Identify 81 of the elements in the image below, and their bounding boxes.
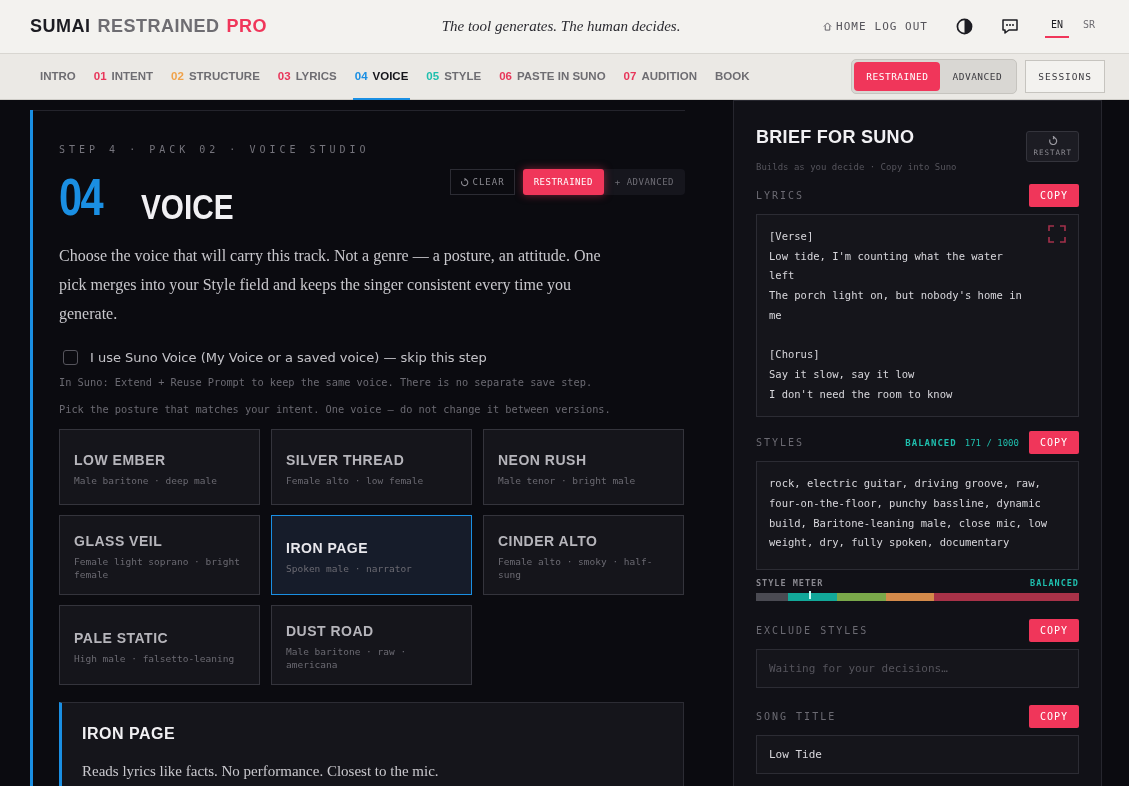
voice-description: High male · falsetto-leaning (74, 651, 236, 665)
checkbox-label: I use Suno Voice (My Voice or a saved voice) — skip this step (90, 350, 487, 365)
language-tab[interactable]: EN (1044, 15, 1069, 38)
voice-card[interactable]: IRON PAGE Spoken male · narrator (271, 515, 472, 595)
voice-card[interactable]: SILVER THREAD Female alto · low female (271, 429, 472, 505)
voice-name: PALE STATIC (74, 629, 170, 646)
nav-tab[interactable]: 03 LYRICS (275, 53, 339, 100)
nav-tab[interactable]: 06 PASTE IN SUNO (497, 53, 608, 100)
voice-name: LOW EMBER (74, 451, 167, 468)
nav-tab[interactable]: 04 VOICE (352, 53, 411, 100)
brand-word: RESTRAINED (97, 16, 220, 37)
mode-button[interactable]: RESTRAINED (854, 62, 941, 91)
voice-description: Female light soprano · bright female (74, 555, 241, 581)
nav-tab[interactable]: 05 STYLE (424, 53, 484, 100)
meter-label: STYLE METER (756, 578, 824, 589)
voice-card[interactable]: GLASS VEIL Female light soprano · bright female (59, 515, 260, 595)
panel-title: BRIEF FOR SUNO (756, 127, 915, 149)
sessions-button[interactable]: SESSIONS (1025, 60, 1105, 93)
lyrics-line: The porch light on, but nobody's home in me (769, 288, 1023, 323)
lyrics-line: [Verse] (769, 229, 815, 244)
nav-tab[interactable]: 02 STRUCTURE (169, 53, 262, 100)
detail-title: IRON PAGE (82, 725, 177, 743)
nav-link[interactable]: HOME (823, 20, 867, 33)
lyrics-line: [Chorus] (769, 347, 821, 363)
lyrics-field[interactable]: [Verse] Low tide, I'm counting what the water left The porch light on, but nobody's home in me [Chorus] Say it slow, say it low I don't need the room to know (756, 214, 1079, 418)
lyrics-line: Low tide, I'm counting what the water left (769, 248, 1004, 284)
hint-text: In Suno: Extend + Reuse Prompt to keep the same voice. There is no separate save step. (59, 376, 594, 388)
voice-description: Male tenor · bright male (498, 473, 637, 487)
voice-card[interactable]: LOW EMBER Male baritone · deep male (59, 429, 260, 505)
section-label: LYRICS (756, 190, 806, 201)
copy-button[interactable]: COPY (1028, 184, 1079, 207)
mode-button[interactable]: RESTRAINED (522, 169, 604, 195)
voice-name: SILVER THREAD (286, 451, 406, 468)
exclude-field[interactable]: Waiting for your decisions… (756, 649, 1079, 689)
lyrics-line: Say it slow, say it low (769, 366, 916, 382)
voice-name: IRON PAGE (286, 539, 370, 556)
character-count: 171 / 1000 (964, 437, 1019, 448)
nav-tab[interactable]: INTRO (38, 53, 78, 100)
voice-description: Male baritone · raw · americana (286, 645, 408, 671)
lyrics-line: I don't need the room to know (769, 386, 954, 402)
copy-button[interactable]: COPY (1028, 705, 1079, 729)
brand-word: SUMAI (30, 16, 91, 37)
hint-text: Pick the posture that matches your intent. One voice — do not change it between versions. (59, 403, 612, 415)
voice-description: Spoken male · narrator (286, 561, 413, 575)
step-title: VOICE (141, 187, 234, 227)
mode-button[interactable]: ADVANCED (940, 62, 1015, 91)
voice-card[interactable]: PALE STATIC High male · falsetto-leaning (59, 605, 260, 685)
voice-name: GLASS VEIL (74, 533, 164, 549)
voice-name: NEON RUSH (498, 451, 588, 468)
detail-text: Reads lyrics like facts. No performance. Closest to the mic. (82, 763, 440, 780)
intro-paragraph: Choose the voice that will carry this track. Not a genre — a posture, an attitude. One pick merges into your Style field and keeps the singer consistent every time you generate. (59, 246, 602, 325)
nav-tab[interactable]: 07 AUDITION (621, 53, 699, 100)
nav-link[interactable]: LOG OUT (874, 20, 928, 33)
nav-tab[interactable]: BOOK (713, 53, 752, 100)
tagline: The tool generates. The human decides. (440, 18, 682, 35)
voice-card[interactable]: CINDER ALTO Female alto · smoky · half-sung (483, 515, 684, 595)
voice-description: Female alto · smoky · half-sung (498, 555, 654, 581)
brand-word: PRO (226, 16, 268, 37)
clear-button[interactable]: CLEAR (449, 169, 515, 195)
styles-text: rock, electric guitar, driving groove, raw, four-on-the-floor, punchy bassline, dynamic build, Baritone-leaning male, close mic, low weight, dry, fully spoken, documentary (769, 476, 1049, 551)
section-label: EXCLUDE STYLES (756, 625, 870, 637)
mode-button[interactable]: + ADVANCED (603, 169, 685, 195)
step-eyebrow: STEP 4 · PACK 02 · VOICE STUDIO (59, 144, 371, 155)
copy-button[interactable]: COPY (1028, 431, 1079, 455)
voice-name: CINDER ALTO (498, 533, 599, 549)
meter-status: BALANCED (1030, 578, 1079, 589)
voice-card[interactable]: DUST ROAD Male baritone · raw · americana (271, 605, 472, 685)
step-number: 04 (59, 167, 104, 227)
language-tab[interactable]: SR (1076, 15, 1101, 38)
voice-description: Male baritone · deep male (74, 473, 218, 487)
section-label: STYLES (756, 437, 806, 449)
song-title-field[interactable]: Low Tide (756, 735, 1079, 775)
balance-status: BALANCED (905, 437, 957, 448)
voice-card[interactable]: NEON RUSH Male tenor · bright male (483, 429, 684, 505)
styles-field[interactable]: rock, electric guitar, driving groove, raw, four-on-the-floor, punchy bassline, dynamic build, Baritone-leaning male, close mic, low weight, dry, fully spoken, documentary (756, 461, 1079, 571)
nav-tab[interactable]: 01 INTENT (91, 53, 156, 100)
voice-description: Female alto · low female (286, 473, 425, 487)
copy-button[interactable]: COPY (1028, 619, 1079, 643)
voice-name: DUST ROAD (286, 623, 375, 639)
panel-subtitle: Builds as you decide · Copy into Suno (756, 162, 958, 172)
section-label: SONG TITLE (756, 711, 838, 723)
